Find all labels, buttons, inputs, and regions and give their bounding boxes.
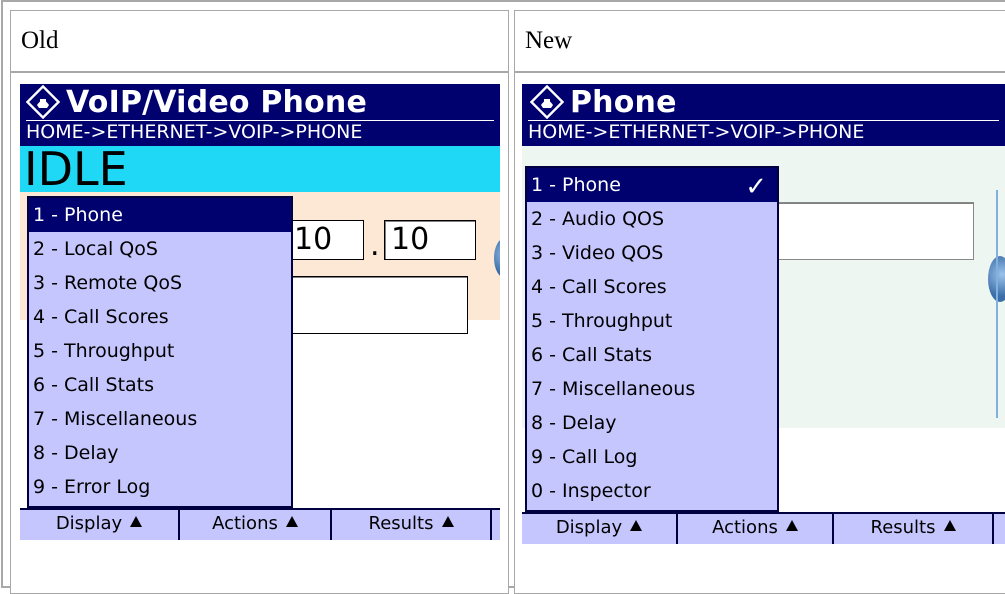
header-cell-new: New (514, 10, 1005, 72)
softkey-label: Results (368, 513, 434, 534)
number-entry-field[interactable] (288, 276, 468, 334)
actions-softkey[interactable]: Actions (678, 514, 834, 544)
menu-item-call-scores[interactable]: 4 - Call Scores (527, 270, 777, 304)
actions-softkey[interactable]: Actions (180, 510, 332, 540)
breadcrumb: HOME->ETHERNET->VOIP->PHONE (26, 120, 494, 143)
menu-item-miscellaneous[interactable]: 7 - Miscellaneous (29, 402, 291, 436)
menu-item-call-stats[interactable]: 6 - Call Stats (527, 338, 777, 372)
triangle-up-icon (785, 520, 798, 531)
menu-item-local-qos[interactable]: 2 - Local QoS (29, 232, 291, 266)
ip-octet-field[interactable]: 10 (288, 220, 364, 260)
menu-item-audio-qos[interactable]: 2 - Audio QOS (527, 202, 777, 236)
softkey-label: Display (55, 513, 123, 534)
blue-orb-icon (494, 238, 500, 278)
softkey-label: Results (870, 517, 936, 538)
menu-item-error-log[interactable]: 9 - Error Log (29, 470, 291, 504)
menu-item-inspector[interactable]: 0 - Inspector (527, 474, 777, 508)
menu-item-delay[interactable]: 8 - Delay (29, 436, 291, 470)
menu-item-phone[interactable]: 1 - Phone (29, 198, 291, 232)
display-softkey[interactable]: Display (522, 514, 678, 544)
results-softkey[interactable]: Results (332, 510, 492, 540)
triangle-up-icon (285, 516, 298, 527)
screen-title: Phone (570, 84, 677, 120)
new-device-screen: Phone HOME->ETHERNET->VOIP->PHONE 1 - Ph… (522, 84, 1005, 544)
status-bar: IDLE (20, 142, 500, 196)
ip-separator: . (370, 228, 380, 263)
triangle-up-icon (130, 516, 143, 527)
menu-item-label: 1 - Phone (531, 174, 621, 196)
call-status: IDLE (24, 142, 128, 196)
screen-title: VoIP/Video Phone (66, 84, 368, 120)
menu-item-remote-qos[interactable]: 3 - Remote QoS (29, 266, 291, 300)
results-softkey[interactable]: Results (834, 514, 994, 544)
checkmark-icon: ✓ (745, 172, 767, 202)
phone-ring-icon (529, 84, 565, 120)
title-bar: VoIP/Video Phone HOME->ETHERNET->VOIP->P… (20, 84, 500, 146)
ip-octet-field[interactable]: 10 (384, 220, 476, 260)
menu-item-phone[interactable]: 1 - Phone ✓ (527, 168, 777, 202)
softkey-label: Actions (712, 517, 778, 538)
breadcrumb: HOME->ETHERNET->VOIP->PHONE (528, 120, 999, 143)
softkey-bar: Display Actions Results (522, 512, 1005, 544)
display-softkey[interactable]: Display (20, 510, 180, 540)
display-menu: 1 - Phone 2 - Local QoS 3 - Remote QoS 4… (27, 196, 293, 508)
menu-item-video-qos[interactable]: 3 - Video QOS (527, 236, 777, 270)
display-menu: 1 - Phone ✓ 2 - Audio QOS 3 - Video QOS … (525, 166, 779, 512)
softkey-label: Display (555, 517, 623, 538)
menu-item-call-scores[interactable]: 4 - Call Scores (29, 300, 291, 334)
menu-item-throughput[interactable]: 5 - Throughput (527, 304, 777, 338)
softkey-bar: Display Actions Results (20, 508, 500, 540)
menu-item-miscellaneous[interactable]: 7 - Miscellaneous (527, 372, 777, 406)
menu-item-call-log[interactable]: 9 - Call Log (527, 440, 777, 474)
old-device-screen: VoIP/Video Phone HOME->ETHERNET->VOIP->P… (20, 84, 500, 544)
column-header-new: New (525, 27, 573, 54)
column-header-old: Old (21, 27, 59, 54)
triangle-up-icon (630, 520, 643, 531)
menu-item-throughput[interactable]: 5 - Throughput (29, 334, 291, 368)
menu-item-delay[interactable]: 8 - Delay (527, 406, 777, 440)
softkey-label: Actions (212, 513, 278, 534)
triangle-up-icon (441, 516, 454, 527)
title-bar: Phone HOME->ETHERNET->VOIP->PHONE (522, 84, 1005, 146)
panel-edge (996, 190, 1005, 418)
menu-item-call-stats[interactable]: 6 - Call Stats (29, 368, 291, 402)
header-cell-old: Old (10, 10, 509, 72)
triangle-up-icon (943, 520, 956, 531)
phone-ring-icon (25, 84, 61, 120)
